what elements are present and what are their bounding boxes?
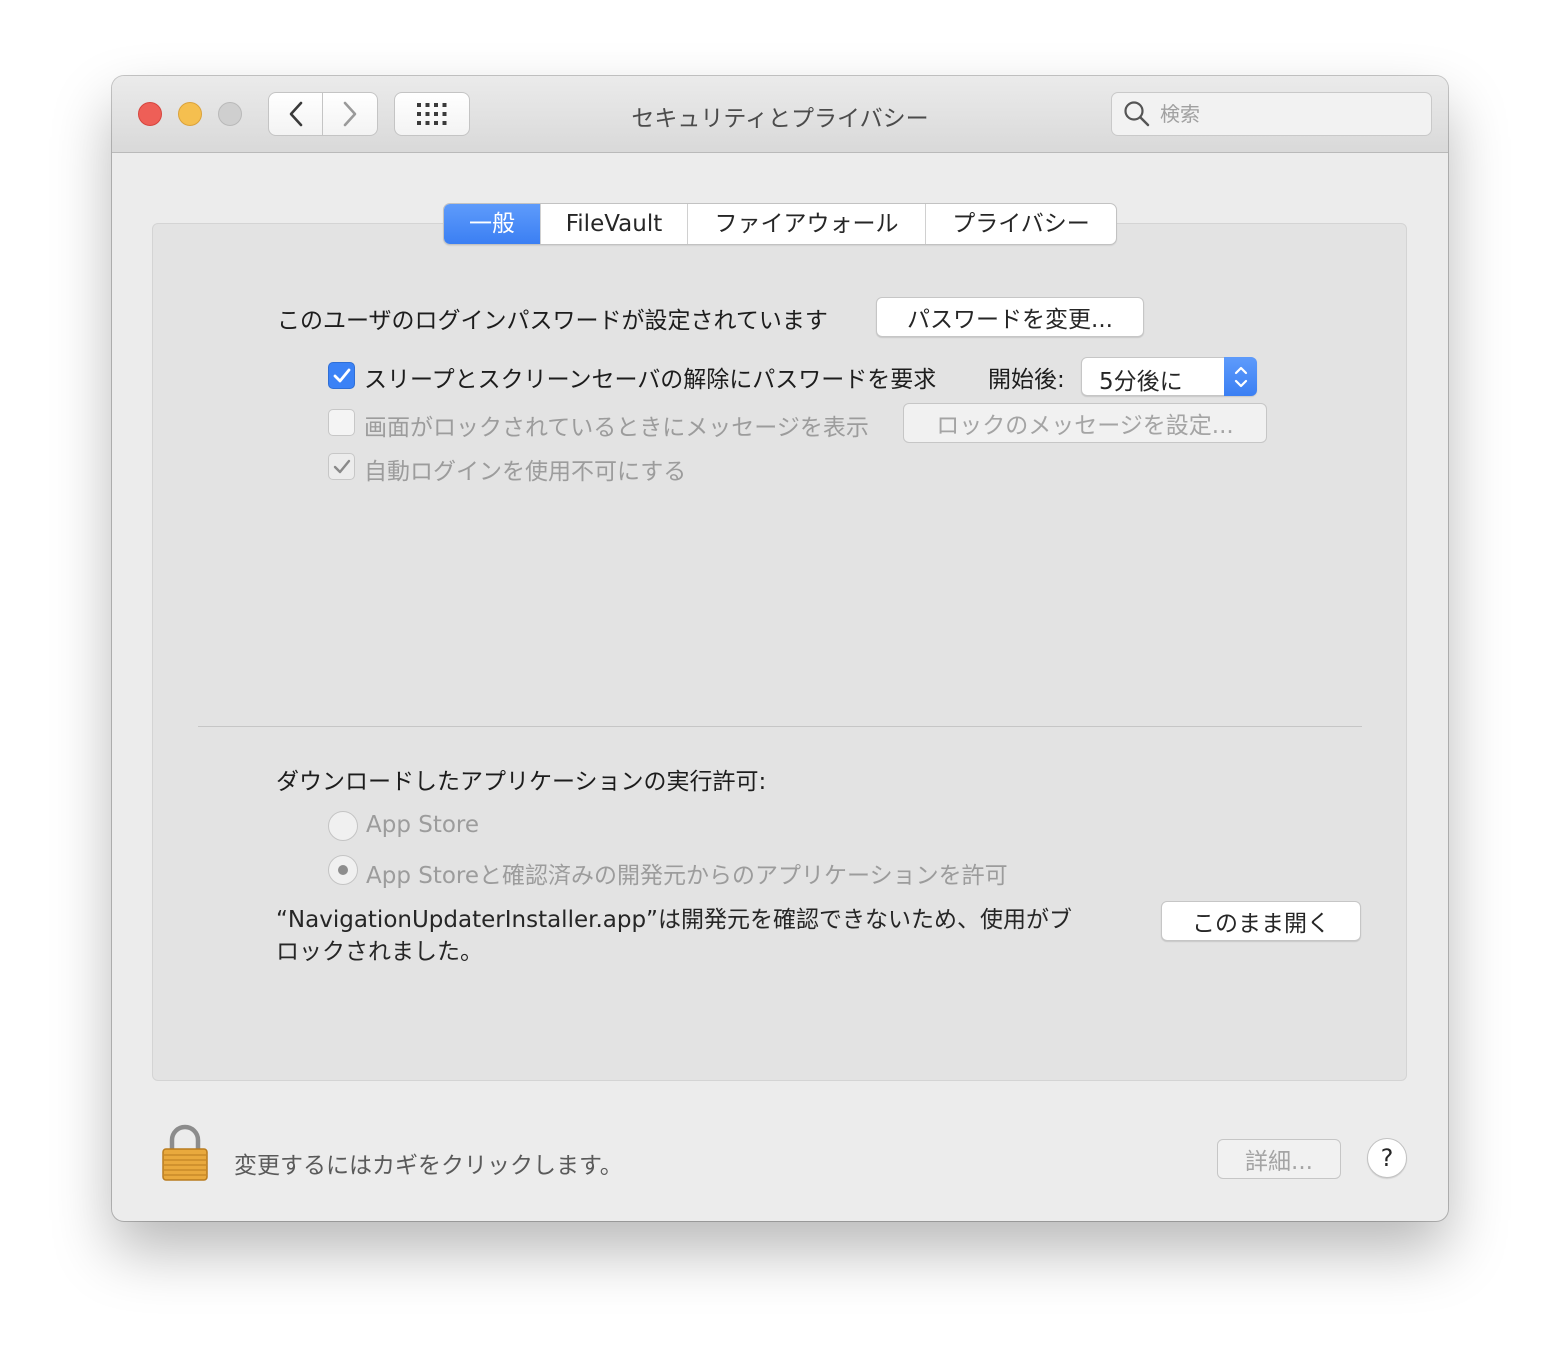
set-lock-message-button: ロックのメッセージを設定... xyxy=(903,403,1267,443)
require-password-checkbox[interactable] xyxy=(328,362,355,389)
password-delay-select[interactable]: 5分後に xyxy=(1081,357,1257,396)
padlock-icon xyxy=(162,1124,208,1181)
blocked-app-message: “NavigationUpdaterInstaller.app”は開発元を確認で… xyxy=(276,904,1136,968)
radio-selected-dot xyxy=(338,865,348,875)
tab-general[interactable]: 一般 xyxy=(444,204,540,244)
advanced-button: 詳細... xyxy=(1217,1139,1341,1179)
search-input[interactable] xyxy=(1158,101,1422,127)
delay-value: 5分後に xyxy=(1099,369,1183,395)
preferences-window: セキュリティとプライバシー 一般 FileVault ファイアウォール プライバ… xyxy=(112,76,1448,1221)
checkmark-icon xyxy=(333,459,350,473)
lock-message-label: 画面がロックされているときにメッセージを表示 xyxy=(364,415,869,441)
delay-label: 開始後: xyxy=(988,367,1065,393)
radio-app-store xyxy=(328,811,358,841)
tab-firewall[interactable]: ファイアウォール xyxy=(687,204,925,244)
search-icon xyxy=(1124,101,1150,127)
open-anyway-button[interactable]: このまま開く xyxy=(1161,901,1361,941)
radio-app-store-identified xyxy=(328,855,358,885)
tab-filevault[interactable]: FileVault xyxy=(540,204,687,244)
downloads-heading: ダウンロードしたアプリケーションの実行許可: xyxy=(276,769,767,795)
lock-hint-text: 変更するにはカギをクリックします。 xyxy=(234,1153,623,1179)
search-field[interactable] xyxy=(1111,92,1432,136)
help-button[interactable]: ? xyxy=(1367,1138,1407,1178)
lock-message-checkbox[interactable] xyxy=(328,409,355,436)
disable-auto-login-label: 自動ログインを使用不可にする xyxy=(364,459,687,485)
require-password-label: スリープとスクリーンセーバの解除にパスワードを要求 xyxy=(364,367,937,393)
tab-privacy[interactable]: プライバシー xyxy=(925,204,1116,244)
tab-bar: 一般 FileVault ファイアウォール プライバシー xyxy=(443,203,1117,245)
section-divider xyxy=(198,726,1362,727)
checkmark-icon xyxy=(333,368,350,382)
login-password-text: このユーザのログインパスワードが設定されています xyxy=(277,308,828,334)
stepper-arrows-icon xyxy=(1224,357,1257,396)
blocked-message-line2: ロックされました。 xyxy=(276,939,483,965)
radio-app-store-label: App Store xyxy=(366,812,480,838)
title-bar: セキュリティとプライバシー xyxy=(112,76,1448,153)
blocked-message-line1: “NavigationUpdaterInstaller.app”は開発元を確認で… xyxy=(276,907,1072,933)
radio-app-store-identified-label: App Storeと確認済みの開発元からのアプリケーションを許可 xyxy=(366,863,1008,889)
disable-auto-login-checkbox xyxy=(328,453,355,480)
lock-button[interactable] xyxy=(160,1124,210,1182)
change-password-button[interactable]: パスワードを変更... xyxy=(876,297,1144,337)
